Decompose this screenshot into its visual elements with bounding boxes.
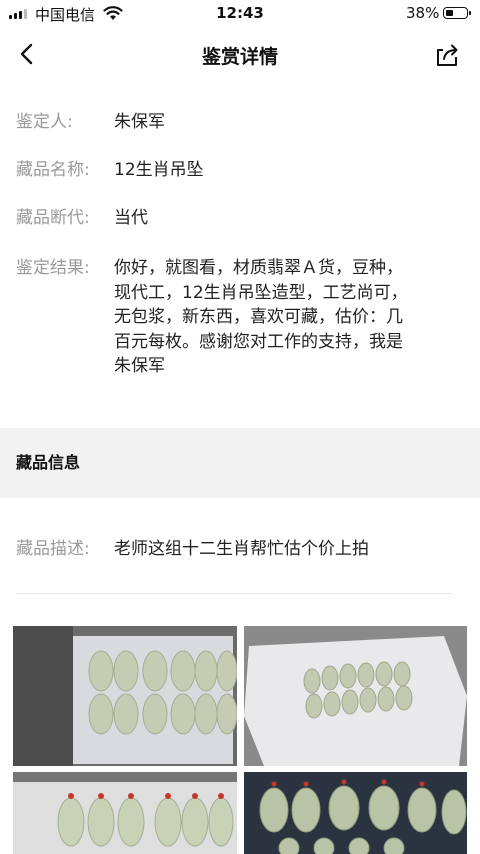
- jade-pendants-photo-3[interactable]: [13, 772, 237, 854]
- result-line: 朱保军: [114, 356, 165, 376]
- share-icon[interactable]: [434, 42, 460, 68]
- item-name-label: 藏品名称:: [16, 160, 90, 180]
- battery-percentage: 38%: [406, 4, 440, 22]
- nav-bar: 鉴赏详情: [0, 28, 480, 80]
- era-row: 藏品断代: 当代: [16, 206, 452, 230]
- appraiser-label: 鉴定人:: [16, 112, 73, 132]
- result-line: 你好，就图看，材质翡翠Ａ货，豆种，: [114, 258, 403, 278]
- battery-icon: [443, 7, 471, 19]
- jade-pendants-photo-4[interactable]: [244, 772, 467, 854]
- page-title: 鉴赏详情: [201, 46, 278, 68]
- item-name-row: 藏品名称: 12生肖吊坠: [16, 158, 452, 182]
- era-label: 藏品断代:: [16, 208, 90, 228]
- description-label: 藏品描述:: [16, 539, 90, 559]
- section-header-item-info: 藏品信息: [0, 428, 480, 498]
- result-label: 鉴定结果:: [16, 258, 90, 278]
- battery-level-fill: [446, 10, 453, 16]
- jade-pendants-photo-1[interactable]: [13, 626, 237, 766]
- appraiser-value: 朱保军: [114, 112, 165, 132]
- result-line: 无包浆，新东西，喜欢可藏，估价：几: [114, 307, 403, 327]
- description-value: 老师这组十二生肖帮忙估个价上拍: [114, 539, 369, 559]
- divider: [16, 593, 452, 594]
- description-row: 藏品描述: 老师这组十二生肖帮忙估个价上拍: [16, 537, 452, 561]
- item-name-value: 12生肖吊坠: [114, 160, 204, 180]
- result-line: 百元每枚。感谢您对工作的支持，我是: [114, 331, 403, 352]
- appraiser-row: 鉴定人: 朱保军: [16, 110, 452, 134]
- era-value: 当代: [114, 208, 148, 228]
- jade-pendants-photo-2[interactable]: [244, 626, 467, 766]
- result-text: 你好，就图看，材质翡翠Ａ货，豆种， 现代工，12生肖吊坠造型，工艺尚可， 无包浆…: [114, 256, 452, 379]
- status-bar: 中国电信 12:43 38%: [0, 0, 480, 28]
- result-row: 鉴定结果: 你好，就图看，材质翡翠Ａ货，豆种， 现代工，12生肖吊坠造型，工艺尚…: [16, 256, 452, 379]
- result-line: 现代工，12生肖吊坠造型，工艺尚可，: [114, 282, 408, 303]
